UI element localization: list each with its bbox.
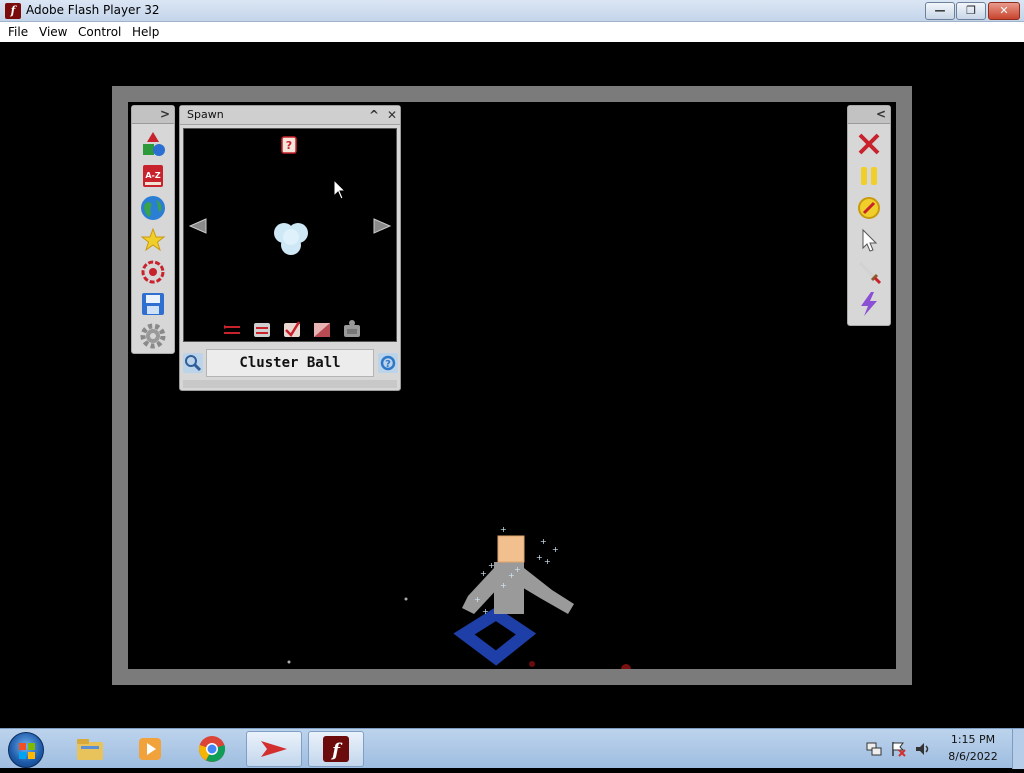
svg-text:+: + [514, 565, 521, 574]
taskbar: f 1:15 PM 8/6/2022 [0, 728, 1024, 769]
svg-text:+: + [480, 569, 487, 578]
network-icon[interactable] [866, 741, 882, 757]
save-icon[interactable] [139, 290, 167, 318]
particle [404, 597, 408, 601]
blood-spot [621, 664, 631, 669]
svg-text:+: + [482, 607, 489, 616]
bot-icon[interactable] [344, 320, 360, 337]
selected-item-name: Cluster Ball [206, 349, 374, 377]
compass-icon[interactable] [855, 194, 883, 222]
spawn-panel-footer [183, 380, 397, 388]
check-icon[interactable] [284, 321, 301, 338]
cluster-ball-icon [274, 223, 308, 255]
spawn-panel: Spawn ^ ✕ ? Cluster Ball ? [179, 105, 401, 391]
spawn-preview: ? [183, 128, 397, 342]
refresh-help-glyph: ? [385, 359, 391, 370]
refresh-help-icon[interactable]: ? [378, 353, 398, 373]
globe-icon[interactable] [139, 194, 167, 222]
taskbar-reader[interactable] [246, 731, 302, 767]
gear-icon[interactable] [139, 322, 167, 350]
spawn-panel-title: Spawn [187, 108, 224, 121]
collapse-arrow-icon[interactable]: > [160, 107, 170, 121]
blood-spot [529, 661, 535, 667]
target-icon[interactable] [139, 258, 167, 286]
reader-icon [261, 741, 287, 757]
item-help-icon[interactable]: ? [281, 136, 297, 154]
particle [287, 660, 291, 664]
explorer-icon [77, 739, 103, 760]
mouse-cursor-icon [333, 179, 347, 200]
close-icon[interactable]: ✕ [384, 107, 400, 123]
menu-control[interactable]: Control [78, 25, 121, 39]
clock-time[interactable]: 1:15 PM [944, 733, 1002, 746]
menu-file[interactable]: File [8, 25, 28, 39]
menu-view[interactable]: View [39, 25, 67, 39]
svg-text:+: + [552, 545, 559, 554]
media-player-icon [139, 738, 161, 760]
minimize-button[interactable]: — [925, 2, 955, 20]
previous-arrow-icon[interactable] [188, 218, 207, 234]
svg-text:+: + [536, 553, 543, 562]
spawn-panel-header[interactable]: Spawn ^ ✕ [180, 106, 400, 125]
gradient-icon[interactable] [314, 323, 330, 337]
svg-text:+: + [488, 561, 495, 570]
star-icon[interactable] [139, 226, 167, 254]
volume-icon[interactable] [914, 741, 930, 757]
window-title: Adobe Flash Player 32 [26, 3, 160, 17]
magnifier-icon[interactable] [183, 353, 203, 373]
taskbar-explorer[interactable] [62, 731, 118, 767]
shapes-icon[interactable] [139, 130, 167, 158]
taskbar-flash-player[interactable]: f [308, 731, 364, 767]
menu-help[interactable]: Help [132, 25, 159, 39]
title-bar: f Adobe Flash Player 32 — ❐ ✕ [0, 0, 1024, 22]
sword-icon[interactable] [855, 258, 883, 286]
next-arrow-icon[interactable] [373, 218, 392, 234]
action-center-flag-icon[interactable] [890, 741, 906, 757]
chrome-icon [198, 736, 226, 762]
taskbar-chrome[interactable] [184, 731, 240, 767]
svg-text:+: + [544, 557, 551, 566]
left-toolbar-header: > [132, 106, 174, 124]
start-button[interactable] [8, 732, 44, 768]
right-toolbar-header: < [848, 106, 890, 124]
swap-icon[interactable] [254, 323, 270, 337]
maximize-button[interactable]: ❐ [956, 2, 986, 20]
taskbar-media-player[interactable] [122, 731, 178, 767]
flip-icon[interactable] [224, 323, 240, 337]
a-z-label: A-Z [145, 171, 161, 180]
chevron-up-icon[interactable]: ^ [366, 107, 382, 123]
a-z-icon[interactable]: A-Z [139, 162, 167, 190]
lightning-icon[interactable] [855, 290, 883, 318]
menu-bar: File View Control Help [0, 22, 1024, 42]
clock-date[interactable]: 8/6/2022 [944, 750, 1002, 763]
left-toolbar: > A-Z [131, 105, 175, 354]
flash-icon: f [323, 736, 349, 762]
flash-icon: f [5, 3, 21, 19]
ragdoll-figure[interactable]: + + + + + + + + + + + + [453, 525, 574, 666]
svg-text:+: + [474, 595, 481, 604]
item-help-glyph: ? [286, 139, 292, 152]
close-button[interactable]: ✕ [988, 2, 1020, 20]
pause-icon[interactable] [855, 162, 883, 190]
show-desktop-button[interactable] [1012, 729, 1024, 769]
svg-text:+: + [500, 525, 507, 534]
svg-text:+: + [540, 537, 547, 546]
right-toolbar: < [847, 105, 891, 326]
close-x-icon[interactable] [855, 130, 883, 158]
svg-text:+: + [500, 581, 507, 590]
collapse-arrow-icon[interactable]: < [876, 107, 886, 121]
pointer-icon[interactable] [855, 226, 883, 254]
windows-logo-icon [19, 743, 35, 759]
